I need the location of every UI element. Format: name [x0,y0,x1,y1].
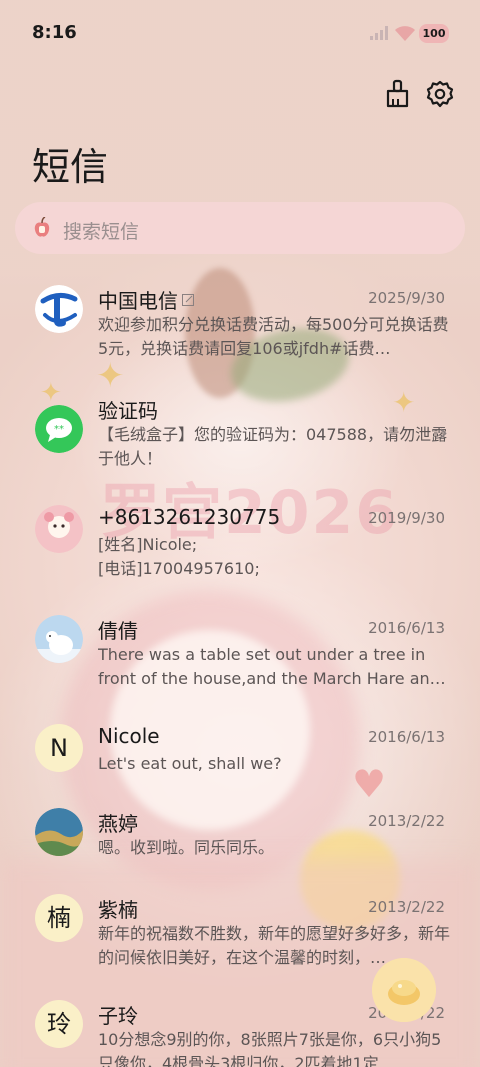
message-date: 2019/9/30 [368,509,445,527]
letter-avatar: N [35,724,83,772]
polar-bear-avatar [35,615,83,663]
message-bubble-icon: ** [35,405,83,453]
message-date: 2013/2/22 [368,898,445,916]
message-preview: 欢迎参加积分兑换话费活动，每500分可兑换话费5元，兑换话费请回复106或jfd… [98,315,449,358]
message-date: 2025/9/30 [368,289,445,307]
letter-avatar: 玲 [35,1000,83,1048]
compose-button[interactable] [372,958,436,1022]
messages-screen: ✦ ✦ ✦ 罗宫2026 ♥ 8:16 100 短信 搜索短信 中国电信 202… [0,0,480,1067]
search-bar[interactable]: 搜索短信 [15,202,465,254]
conversation-item[interactable]: 倩倩 2016/6/13 There was a table set out u… [0,615,480,725]
clean-brush-icon[interactable] [383,79,413,109]
letter-avatar: 楠 [35,894,83,942]
message-preview: [姓名]Nicole; [电话]17004957610; [98,535,260,578]
contact-name: +8613261230775 [98,505,281,529]
battery-indicator: 100 [419,24,449,43]
contact-name: 紫楠 [98,898,138,922]
message-preview: 【毛绒盒子】您的验证码为：047588，请勿泄露于他人！ [98,425,448,468]
message-date: 2016/6/13 [368,728,445,746]
message-preview: There was a table set out under a tree i… [98,645,446,688]
china-telecom-avatar [35,285,83,333]
contact-name: 倩倩 [98,619,138,643]
message-preview: Let's eat out, shall we? [98,754,282,773]
contact-name: 验证码 [98,399,158,423]
search-placeholder: 搜索短信 [63,221,140,243]
message-preview: 嗯。收到啦。同乐同乐。 [98,838,275,857]
conversation-item[interactable]: 中国电信 2025/9/30 欢迎参加积分兑换话费活动，每500分可兑换话费5元… [0,285,480,395]
contact-name: 燕婷 [98,812,138,836]
landscape-avatar [35,808,83,856]
contact-name: Nicole [98,724,160,748]
page-title: 短信 [32,145,109,189]
chevron-right-icon[interactable]: › [439,421,448,446]
status-bar: 8:16 100 [0,0,480,66]
contact-name: 子玲 [98,1004,138,1028]
message-date: 2013/2/22 [368,812,445,830]
wifi-icon [395,26,415,41]
settings-gear-icon[interactable] [425,79,455,109]
apple-search-icon [34,217,50,237]
contact-name: 中国电信 [98,285,194,314]
conversation-item[interactable]: +8613261230775 2019/9/30 [姓名]Nicole; [电话… [0,505,480,615]
svg-text:**: ** [54,424,64,435]
plush-toy-avatar [35,505,83,553]
message-date: 2016/6/13 [368,619,445,637]
signal-icon [370,26,388,40]
message-preview: 10分想念9别的你，8张照片7张是你，6只小狗5只像你，4根骨头3根归你，2匹着… [98,1030,442,1067]
status-time: 8:16 [32,22,77,43]
conversation-item[interactable]: ** 验证码 【毛绒盒子】您的验证码为：047588，请勿泄露于他人！ › [0,395,480,505]
edit-icon [182,294,194,306]
